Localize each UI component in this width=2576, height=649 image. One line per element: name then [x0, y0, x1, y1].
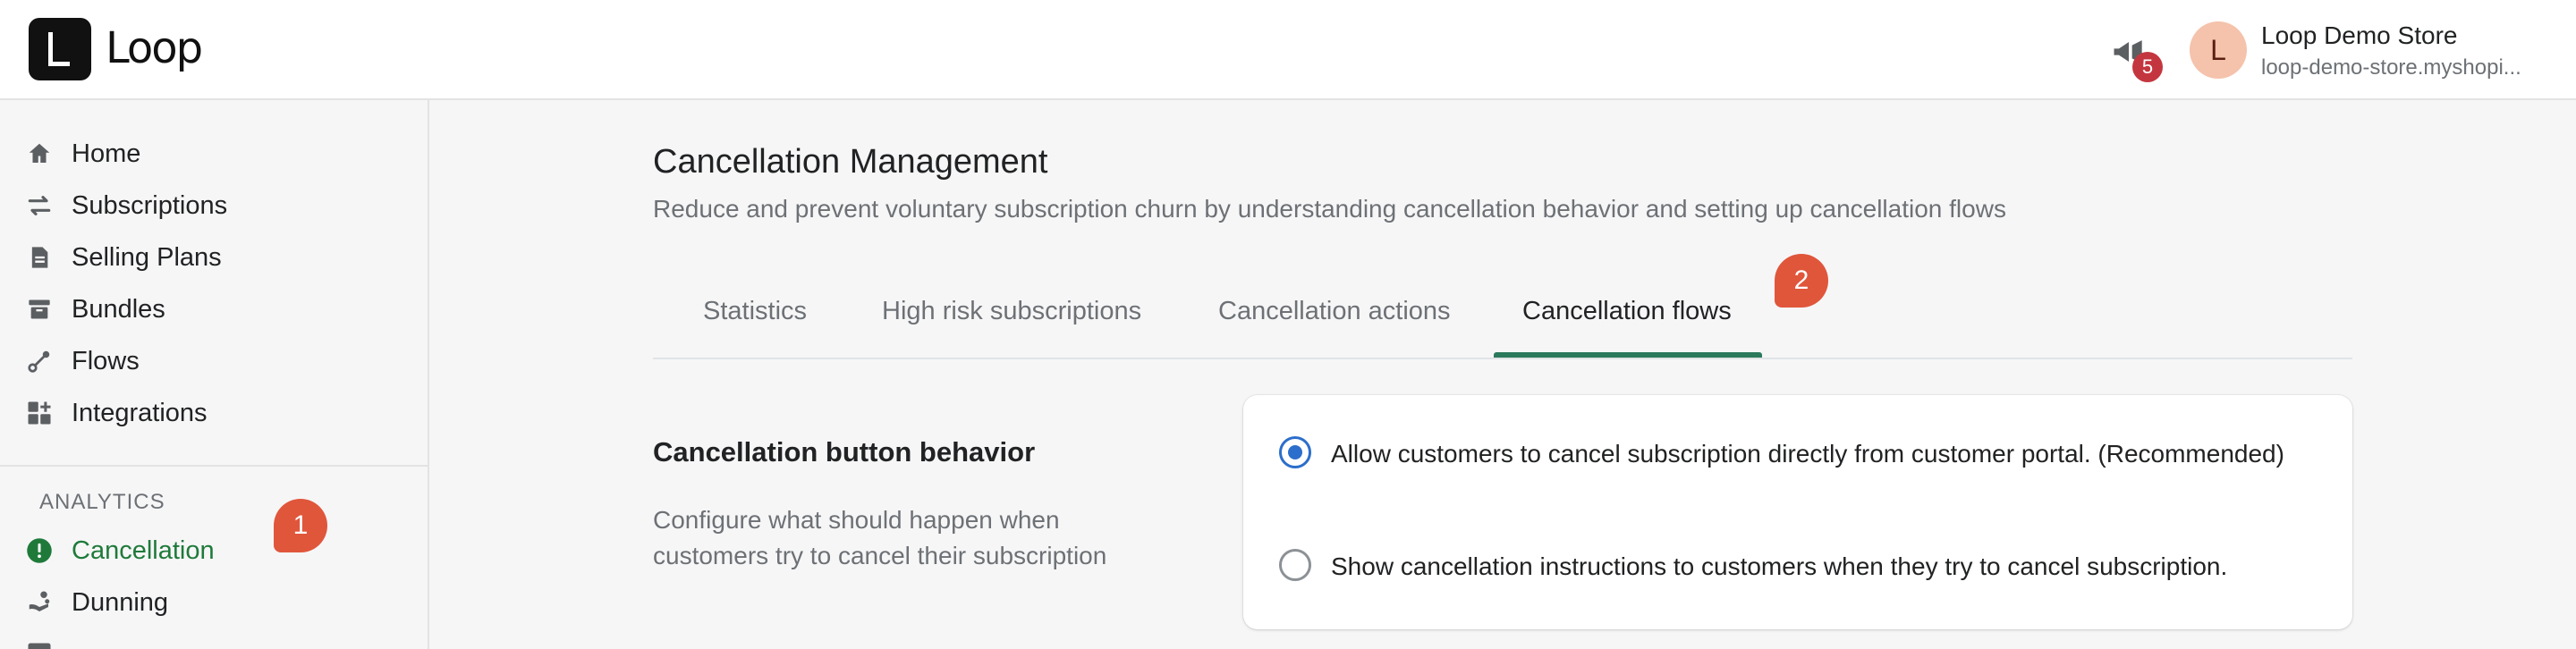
sidebar-item-cancellation[interactable]: Cancellation — [21, 529, 397, 572]
page-title: Cancellation Management — [653, 143, 1048, 181]
store-name[interactable]: Loop Demo Store — [2261, 21, 2457, 50]
annotation-step-2: 2 — [1775, 254, 1828, 308]
radio-button[interactable] — [1279, 436, 1311, 468]
notifications-button[interactable]: 5 — [2104, 30, 2163, 84]
sidebar-item-label: Subscriptions — [72, 190, 228, 220]
sidebar-item-label: Cancellation — [72, 535, 215, 565]
sidebar-item-label: Home — [72, 139, 141, 168]
tab-cancellation-flows[interactable]: Cancellation flows — [1522, 297, 1732, 358]
section-heading: Cancellation button behavior — [653, 436, 1036, 468]
sidebar-item-label: Selling Plans — [72, 242, 222, 272]
sidebar-item-selling-plans[interactable]: Selling Plans — [21, 236, 397, 279]
active-tab-indicator — [1494, 352, 1762, 358]
apps-grid-icon — [21, 395, 57, 431]
logo-wordmark[interactable]: Loop — [106, 23, 203, 73]
sidebar-item-label: Integrations — [72, 398, 208, 427]
logo-icon[interactable] — [29, 18, 91, 80]
sidebar: Home Subscriptions Selling Plans Bundles… — [0, 100, 429, 649]
radio-label: Allow customers to cancel subscription d… — [1331, 440, 2284, 468]
sidebar-item-flows[interactable]: Flows — [21, 340, 397, 383]
document-icon — [21, 240, 57, 275]
sidebar-section-title: ANALYTICS — [39, 490, 165, 514]
cancellation-behavior-card: Allow customers to cancel subscription d… — [1243, 395, 2352, 629]
tab-bar: Statistics High risk subscriptions Cance… — [653, 279, 2352, 359]
sidebar-item-label: Flows — [72, 346, 140, 375]
archive-box-icon — [21, 291, 57, 327]
home-icon — [21, 136, 57, 172]
flow-icon — [21, 343, 57, 379]
sidebar-item-bundles[interactable]: Bundles — [21, 288, 397, 331]
notification-count-badge: 5 — [2132, 52, 2163, 82]
page-subtitle: Reduce and prevent voluntary subscriptio… — [653, 195, 2006, 223]
annotation-step-1: 1 — [274, 499, 327, 552]
sidebar-item-partial[interactable] — [21, 633, 397, 649]
report-icon — [21, 636, 57, 649]
alert-circle-icon — [21, 533, 57, 569]
tab-cancellation-actions[interactable]: Cancellation actions — [1218, 297, 1451, 358]
radio-label: Show cancellation instructions to custom… — [1331, 552, 2228, 580]
sidebar-item-label: Dunning — [72, 587, 169, 617]
radio-option-show-instructions[interactable]: Show cancellation instructions to custom… — [1279, 549, 2317, 585]
sidebar-item-home[interactable]: Home — [21, 132, 397, 175]
sidebar-item-dunning[interactable]: Dunning — [21, 581, 397, 624]
tab-statistics[interactable]: Statistics — [703, 297, 807, 358]
sidebar-item-integrations[interactable]: Integrations — [21, 392, 397, 434]
sidebar-divider — [0, 465, 428, 467]
sidebar-item-subscriptions[interactable]: Subscriptions — [21, 184, 397, 227]
section-description: Configure what should happen when custom… — [653, 506, 1107, 569]
store-domain: loop-demo-store.myshopi... — [2261, 55, 2521, 80]
radio-button[interactable] — [1279, 549, 1311, 581]
dunning-icon — [21, 585, 57, 620]
arrows-swap-icon — [21, 188, 57, 223]
avatar[interactable]: L — [2190, 21, 2247, 79]
radio-option-cancel-directly[interactable]: Allow customers to cancel subscription d… — [1279, 436, 2317, 472]
sidebar-item-label: Bundles — [72, 294, 165, 324]
top-bar: Loop 5 L Loop Demo Store loop-demo-store… — [0, 0, 2576, 100]
tab-high-risk-subscriptions[interactable]: High risk subscriptions — [882, 297, 1141, 358]
